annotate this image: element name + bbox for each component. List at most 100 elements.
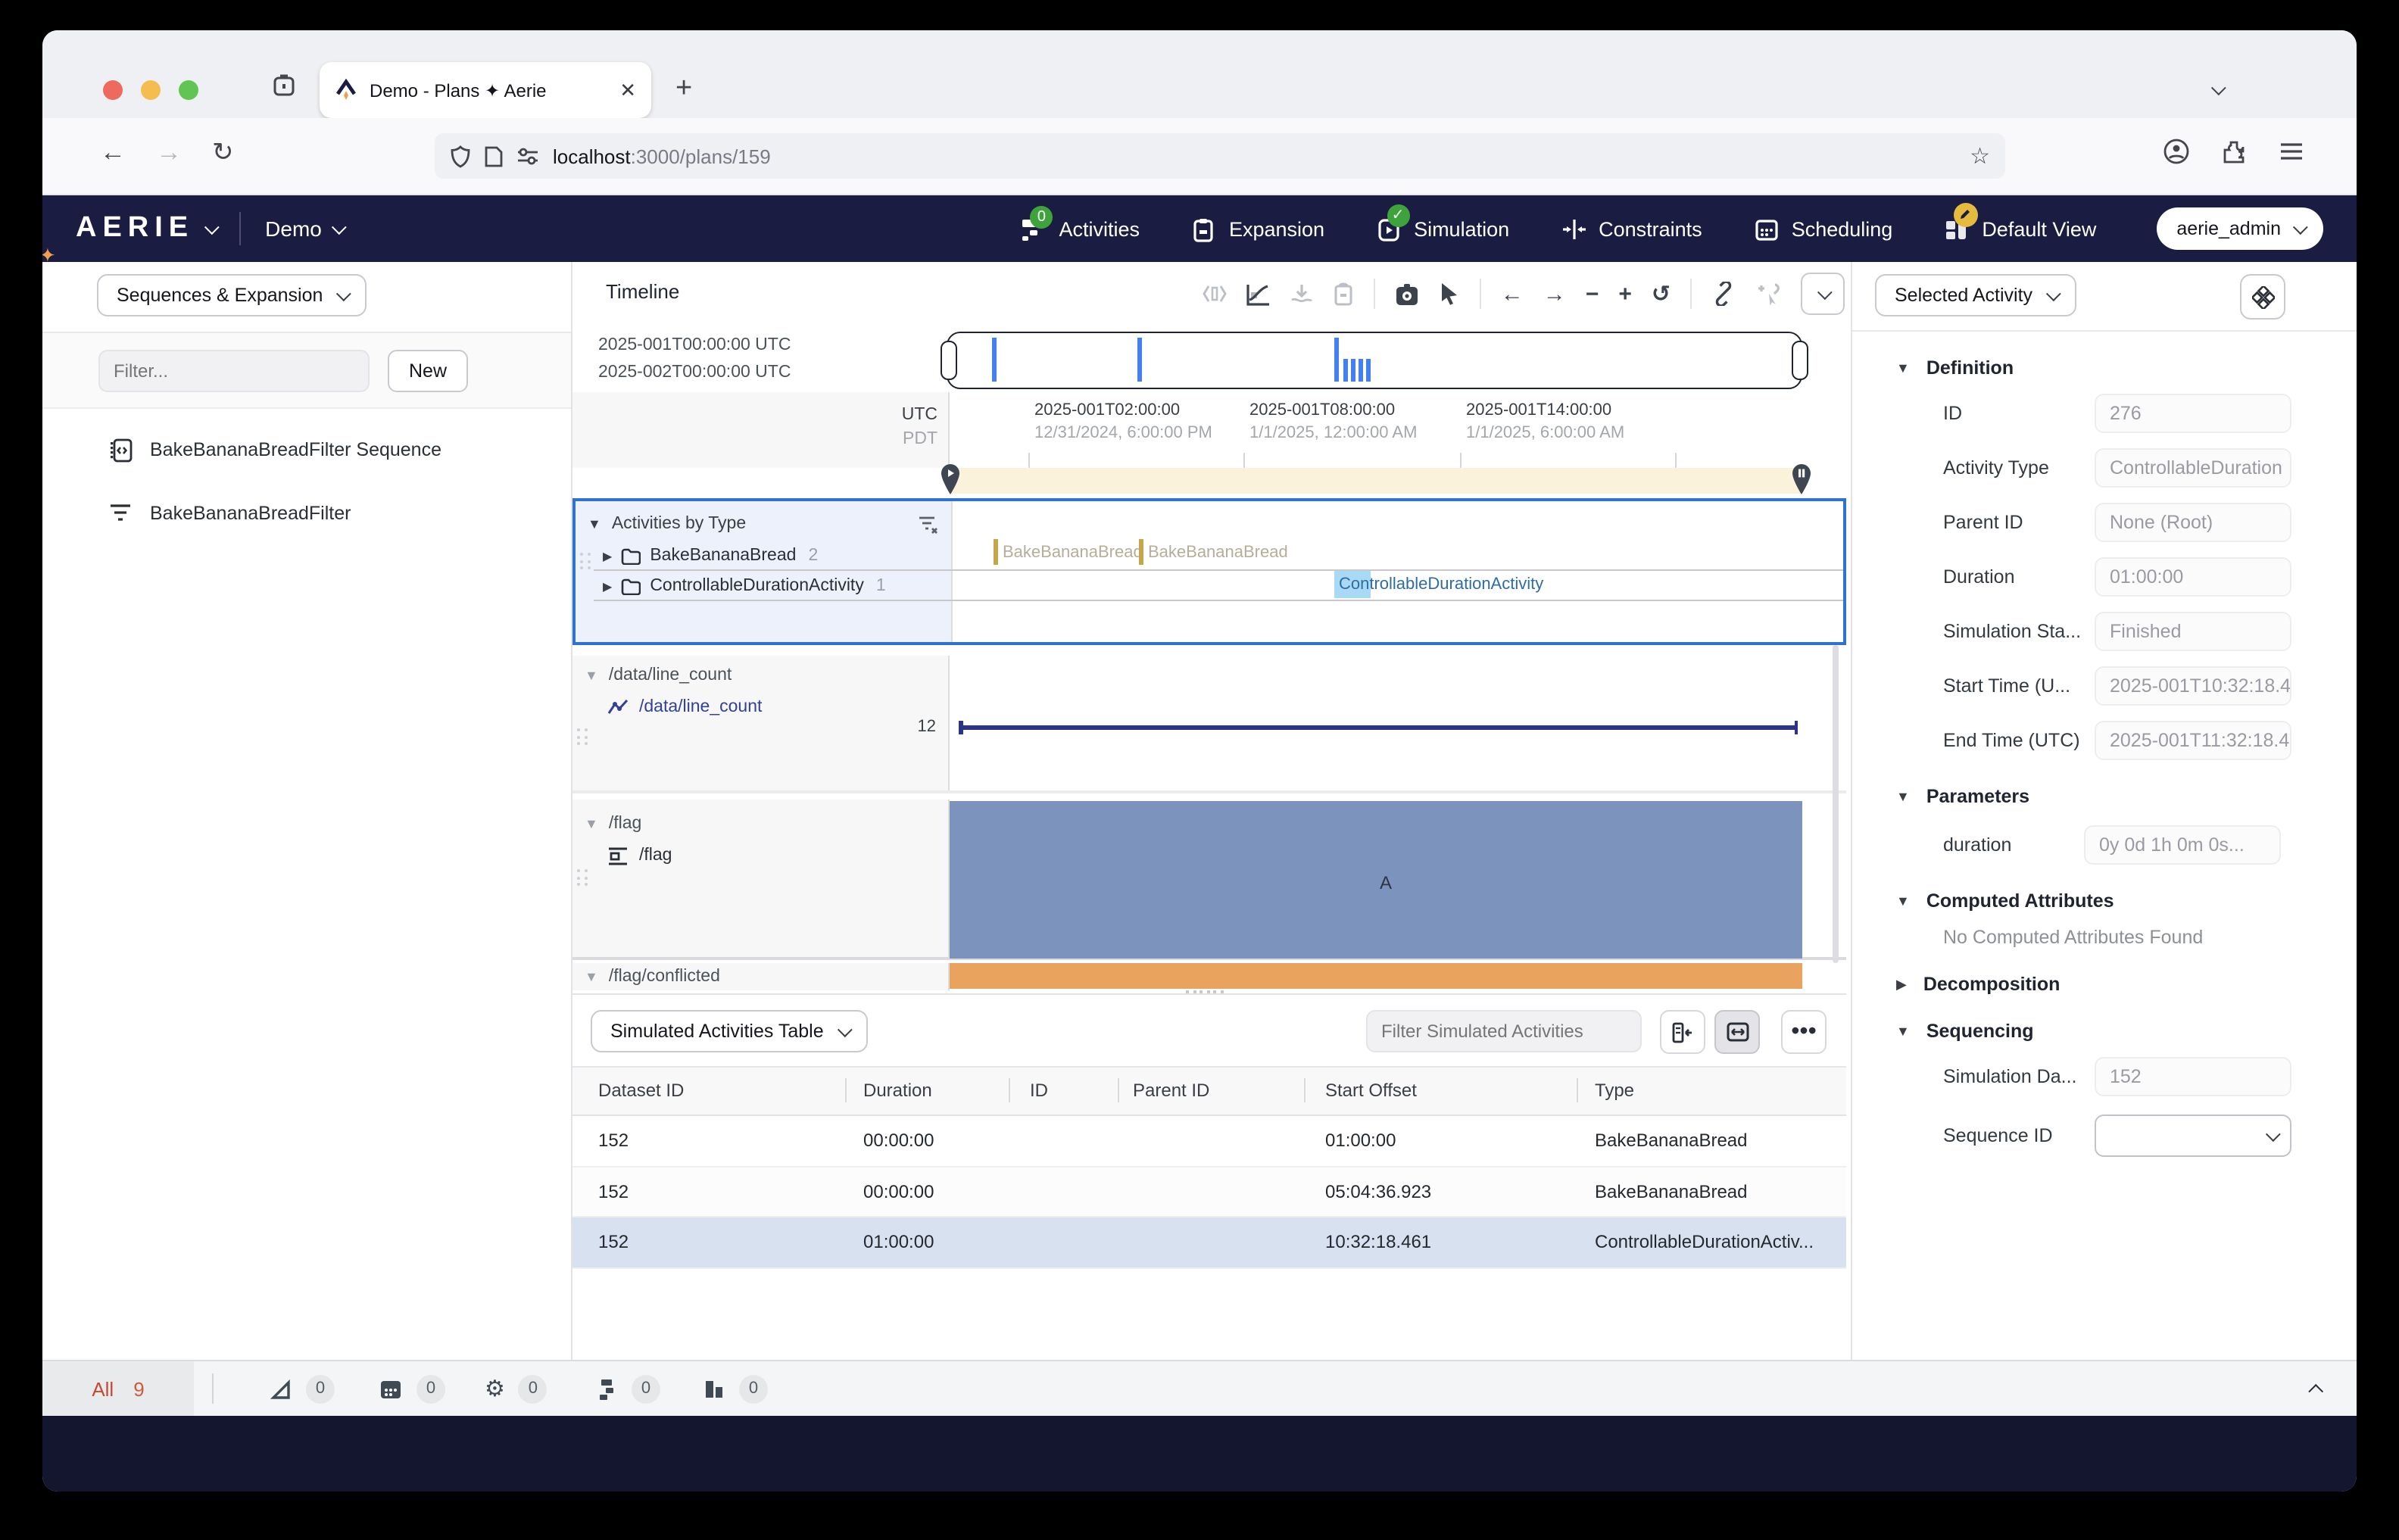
nav-default-view[interactable]: Default View — [1944, 216, 2096, 242]
autofit-columns-icon[interactable] — [1660, 1010, 1705, 1054]
back-button[interactable]: ← — [100, 138, 126, 168]
menu-hamburger-icon[interactable] — [2279, 141, 2304, 162]
zoom-out-icon[interactable]: − — [1586, 281, 1599, 307]
cursor-select-icon[interactable] — [1439, 282, 1460, 306]
pan-left-icon[interactable]: ← — [1501, 281, 1524, 307]
link-cursor-icon[interactable] — [1711, 282, 1736, 306]
table-menu-button[interactable]: ••• — [1781, 1010, 1827, 1054]
section-decomposition[interactable]: ▶Decomposition — [1852, 974, 2357, 995]
row-group-line-count[interactable]: ▼ /data/line_count /data/line_count 12 — [572, 656, 1846, 793]
row-group-flag-conflicted[interactable]: ▼ /flag/conflicted — [572, 963, 1846, 990]
col-start-offset[interactable]: Start Offset — [1325, 1080, 1417, 1101]
col-duration[interactable]: Duration — [863, 1080, 932, 1101]
section-parameters[interactable]: ▼Parameters — [1852, 786, 2357, 807]
extensions-puzzle-icon[interactable] — [2222, 139, 2248, 164]
tab-container-icon[interactable] — [271, 73, 297, 98]
page-info-icon[interactable] — [485, 145, 503, 167]
row-filter-icon[interactable] — [918, 514, 939, 534]
close-window-button[interactable] — [103, 80, 123, 100]
tab-close-icon[interactable]: ✕ — [619, 78, 636, 102]
status-simulation[interactable]: ⚙ 0 — [485, 1361, 547, 1416]
left-panel-select[interactable]: Sequences & Expansion — [97, 274, 367, 316]
drag-handle[interactable] — [580, 553, 592, 569]
simulation-horizon-band[interactable] — [950, 468, 1802, 494]
address-bar[interactable]: localhost:3000/plans/159 ☆ — [435, 133, 2005, 179]
timeline-more-chevron[interactable] — [1801, 273, 1845, 315]
plan-selector[interactable]: Demo — [265, 217, 343, 241]
table-row[interactable]: 152 00:00:00 05:04:36.923 BakeBananaBrea… — [572, 1167, 1846, 1217]
nav-scheduling[interactable]: Scheduling — [1754, 216, 1893, 242]
status-activities[interactable]: 0 — [703, 1361, 768, 1416]
code-view-icon[interactable] — [1203, 285, 1227, 303]
pan-right-icon[interactable]: → — [1543, 281, 1566, 307]
zoom-window-button[interactable] — [179, 80, 198, 100]
layer-line-count[interactable]: /data/line_count — [572, 692, 948, 722]
row-group-activities[interactable]: ▼ Activities by Type ▶ BakeBananaBread 2… — [572, 498, 1846, 645]
flag-span-A[interactable] — [950, 801, 1802, 959]
permissions-icon[interactable] — [516, 147, 539, 165]
panel-grid-icon[interactable] — [2240, 274, 2285, 320]
list-item-sequence[interactable]: BakeBananaBreadFilter Sequence — [42, 427, 571, 472]
drag-handle[interactable] — [577, 869, 589, 886]
field-value[interactable]: ControllableDuration — [2095, 448, 2291, 488]
status-expansion[interactable]: 0 — [595, 1361, 660, 1416]
col-parent-id[interactable]: Parent ID — [1133, 1080, 1209, 1101]
collapse-caret-icon[interactable]: ▼ — [585, 668, 598, 683]
nav-activities[interactable]: 0 Activities — [1021, 216, 1140, 242]
field-value[interactable]: 0y 0d 1h 0m 0s... — [2084, 825, 2281, 865]
collapse-caret-icon[interactable]: ▼ — [585, 816, 598, 831]
activity-bar-bakebananabread[interactable] — [1139, 539, 1143, 565]
reset-view-icon[interactable]: ↺ — [1652, 280, 1671, 307]
status-all-tab[interactable]: All 9 — [42, 1361, 194, 1416]
horizon-end-pin[interactable] — [1792, 463, 1811, 495]
unlink-cursor-icon[interactable] — [1755, 282, 1781, 306]
field-value[interactable]: 01:00:00 — [2095, 557, 2291, 597]
nav-expansion[interactable]: Expansion — [1191, 216, 1324, 242]
field-value[interactable]: 152 — [2095, 1057, 2291, 1096]
section-sequencing[interactable]: ▼Sequencing — [1852, 1021, 2357, 1042]
section-computed-attributes[interactable]: ▼Computed Attributes — [1852, 890, 2357, 912]
collapse-caret-icon[interactable]: ▼ — [585, 969, 598, 984]
expand-caret-icon[interactable]: ▶ — [603, 549, 612, 563]
download-plot-icon[interactable] — [1290, 282, 1313, 305]
table-header[interactable]: Dataset ID Duration ID Parent ID Start O… — [572, 1066, 1846, 1116]
fit-width-icon[interactable] — [1714, 1010, 1760, 1054]
field-value[interactable]: 2025-001T11:32:18.4 — [2095, 721, 2291, 760]
reload-button[interactable]: ↻ — [212, 138, 234, 168]
status-constraints[interactable]: 0 — [270, 1361, 335, 1416]
table-filter-input[interactable] — [1366, 1010, 1642, 1052]
col-id[interactable]: ID — [1030, 1080, 1048, 1101]
tree-row-bakebananabread[interactable]: ▶ BakeBananaBread 2 — [576, 541, 951, 571]
nav-constraints[interactable]: Constraints — [1561, 216, 1702, 242]
screenshot-camera-icon[interactable] — [1395, 282, 1419, 305]
row-group-flag[interactable]: ▼ /flag /flag A — [572, 800, 1846, 960]
console-expand-chevron[interactable] — [2313, 1375, 2323, 1402]
browser-tab[interactable]: Demo - Plans ✦ Aerie ✕ — [320, 62, 651, 118]
details-view-select[interactable]: Selected Activity — [1875, 274, 2076, 316]
timeline-minimap[interactable] — [947, 332, 1802, 389]
tree-row-controllabledurationactivity[interactable]: ▶ ControllableDurationActivity 1 — [576, 571, 951, 601]
nav-simulation[interactable]: ✓ Simulation — [1376, 216, 1509, 242]
minimap-left-handle[interactable] — [941, 341, 957, 380]
new-sequence-button[interactable]: New — [388, 349, 468, 391]
window-controls[interactable] — [103, 80, 198, 100]
field-value[interactable]: 2025-001T10:32:18.4 — [2095, 666, 2291, 706]
expand-caret-icon[interactable]: ▶ — [603, 579, 612, 593]
sequence-id-select[interactable] — [2095, 1114, 2291, 1157]
field-value[interactable]: Finished — [2095, 612, 2291, 651]
url-text[interactable]: localhost:3000/plans/159 — [553, 145, 1956, 167]
field-value[interactable]: 276 — [2095, 394, 2291, 433]
activity-bar-bakebananabread[interactable] — [994, 539, 998, 565]
user-role-select[interactable]: aerie_admin — [2157, 207, 2323, 250]
table-view-select[interactable]: Simulated Activities Table — [591, 1010, 868, 1052]
minimap-right-handle[interactable] — [1792, 341, 1808, 380]
horizon-start-pin[interactable] — [941, 463, 960, 495]
chart-edit-icon[interactable] — [1246, 282, 1271, 305]
clipboard-tool-icon[interactable] — [1333, 282, 1354, 306]
list-item-filter[interactable]: BakeBananaBreadFilter — [42, 491, 571, 536]
aerie-logo[interactable]: AERIE ✦ — [76, 212, 215, 245]
zoom-in-icon[interactable]: + — [1618, 281, 1632, 307]
col-type[interactable]: Type — [1595, 1080, 1634, 1101]
sequence-filter-input[interactable] — [98, 349, 370, 391]
collapse-caret-icon[interactable]: ▼ — [588, 516, 601, 532]
